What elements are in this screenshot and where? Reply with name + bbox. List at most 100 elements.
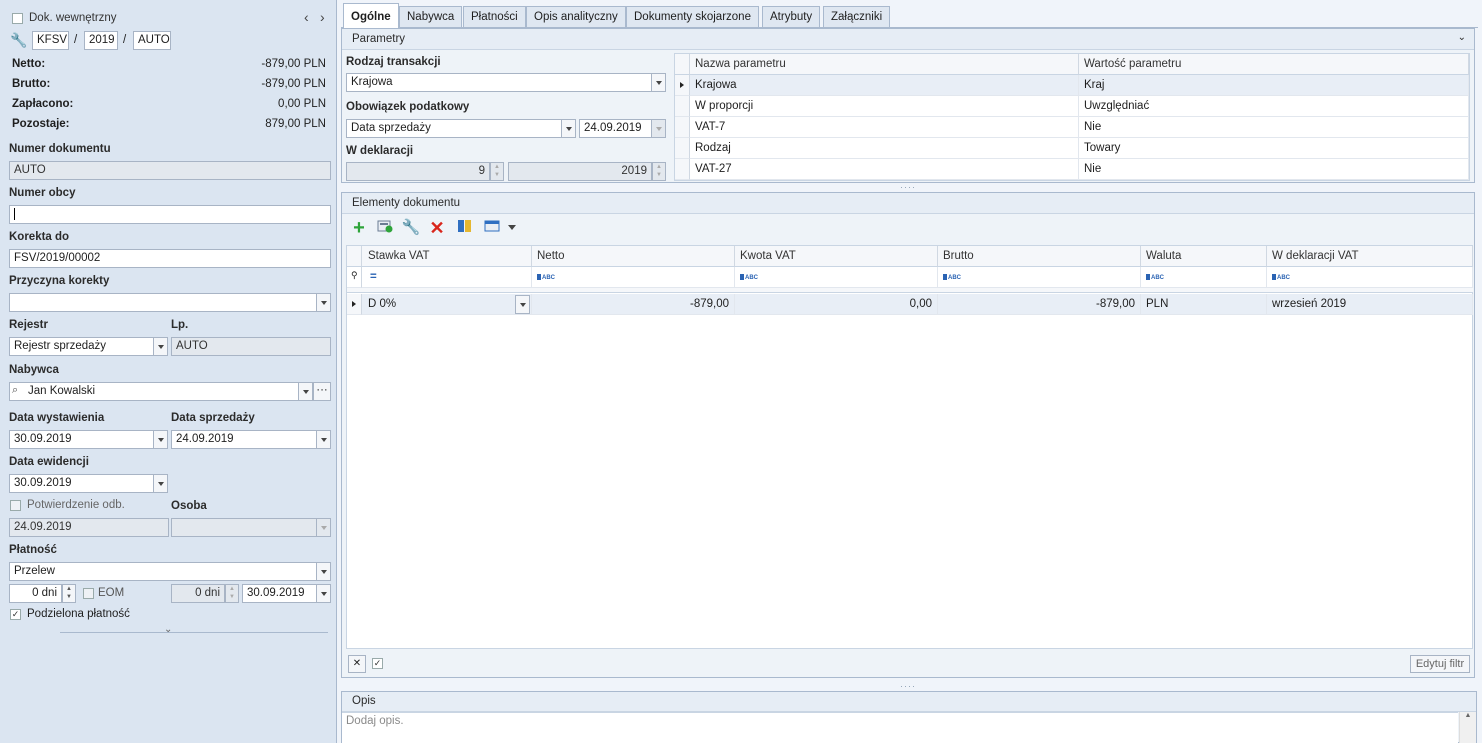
filter-stawka[interactable]: = (362, 267, 532, 288)
tab-nabywca[interactable]: Nabywca (399, 6, 463, 27)
rodzaj-transakcji-field[interactable]: Krajowa (346, 73, 652, 92)
col-w-deklaracji-vat[interactable]: W deklaracji VAT (1267, 246, 1473, 267)
tab-opis-analityczny[interactable]: Opis analityczny (526, 6, 626, 27)
data-sprzedazy-dropdown[interactable] (316, 430, 331, 449)
table-row-waluta[interactable]: PLN (1141, 294, 1267, 315)
data-wystawienia-field[interactable]: 30.09.2019 (9, 430, 154, 449)
filter-kwota-vat[interactable]: ABC (735, 267, 938, 288)
table-row[interactable]: VAT-27 (690, 159, 1079, 180)
filter-active-checkbox[interactable]: ✓ (372, 658, 383, 669)
table-row[interactable]: Uwzględniać (1079, 96, 1469, 117)
delete-icon[interactable]: ✕ (427, 219, 447, 237)
view-options-icon[interactable] (483, 219, 503, 237)
clear-filter-button[interactable]: ✕ (348, 655, 366, 673)
col-wartosc-parametru[interactable]: Wartość parametru (1079, 54, 1469, 75)
table-row-kwota-vat[interactable]: 0,00 (735, 294, 938, 315)
platnosc-label: Płatność (9, 544, 57, 556)
col-netto[interactable]: Netto (532, 246, 735, 267)
nabywca-value: Jan Kowalski (28, 385, 96, 397)
filter-waluta[interactable]: ABC (1141, 267, 1267, 288)
filter-brutto[interactable]: ABC (938, 267, 1141, 288)
edit-filter-button[interactable]: Edytuj filtr (1410, 655, 1470, 673)
rejestr-dropdown[interactable] (153, 337, 168, 356)
termin-dni-field[interactable]: 0 dni (9, 584, 62, 603)
podzielona-checkbox[interactable]: ✓ (10, 609, 21, 620)
platnosc-field[interactable]: Przelew (9, 562, 317, 581)
table-row[interactable]: Kraj (1079, 75, 1469, 96)
doc-internal-checkbox[interactable] (12, 13, 23, 24)
view-options-dropdown-icon[interactable] (508, 225, 516, 230)
data-ewidencji-field[interactable]: 30.09.2019 (9, 474, 154, 493)
rodzaj-transakcji-label: Rodzaj transakcji (346, 56, 441, 68)
col-nazwa-parametru[interactable]: Nazwa parametru (690, 54, 1079, 75)
next-arrow-icon[interactable]: › (320, 9, 325, 25)
table-row[interactable]: W proporcji (690, 96, 1079, 117)
col-brutto[interactable]: Brutto (938, 246, 1141, 267)
tab-dokumenty-skojarzone[interactable]: Dokumenty skojarzone (626, 6, 759, 27)
data-sprzedazy-label: Data sprzedaży (171, 412, 255, 424)
filter-netto[interactable]: ABC (532, 267, 735, 288)
deklaracja-year-field: 2019 (508, 162, 652, 181)
collapse-chevron-icon[interactable]: ⌄ (1458, 32, 1466, 43)
nabywca-more-button[interactable]: ··· (313, 382, 331, 401)
table-row[interactable]: Nie (1079, 117, 1469, 138)
table-row-stawka[interactable]: D 0% (362, 294, 532, 315)
przyczyna-korekty-dropdown[interactable] (316, 293, 331, 312)
stawka-dropdown[interactable] (515, 295, 530, 314)
korekta-do-field[interactable]: FSV/2019/00002 (9, 249, 331, 268)
termin-data-field[interactable]: 30.09.2019 (242, 584, 317, 603)
opis-scrollbar[interactable]: ▲ (1459, 712, 1476, 743)
numer-obcy-field[interactable] (9, 205, 331, 224)
potwierdzenie-checkbox[interactable] (10, 500, 21, 511)
filter-w-deklaracji[interactable]: ABC (1267, 267, 1473, 288)
table-row-netto[interactable]: -879,00 (532, 294, 735, 315)
nabywca-field[interactable]: Jan Kowalski (9, 382, 299, 401)
rejestr-field[interactable]: Rejestr sprzedaży (9, 337, 154, 356)
przyczyna-korekty-field[interactable] (9, 293, 317, 312)
table-row[interactable]: Krajowa (690, 75, 1079, 96)
parametry-header[interactable]: Parametry ⌄ (342, 29, 1474, 50)
platnosc-dropdown[interactable] (316, 562, 331, 581)
rodzaj-transakcji-dropdown[interactable] (651, 73, 666, 92)
add-icon[interactable]: + (349, 218, 369, 238)
eom-label: EOM (98, 587, 125, 599)
copy-icon[interactable] (455, 219, 475, 237)
tab-ogolne[interactable]: Ogólne (343, 3, 399, 28)
summary-brutto: Brutto: -879,00 PLN (12, 78, 326, 90)
parametry-title: Parametry (352, 33, 406, 45)
obowiazek-dropdown[interactable] (561, 119, 576, 138)
nabywca-dropdown[interactable] (298, 382, 313, 401)
tab-platnosci[interactable]: Płatności (463, 6, 526, 27)
data-ewidencji-dropdown[interactable] (153, 474, 168, 493)
col-kwota-vat[interactable]: Kwota VAT (735, 246, 938, 267)
col-stawka-vat[interactable]: Stawka VAT (362, 246, 532, 267)
potwierdzenie-date-field: 24.09.2019 (9, 518, 169, 537)
obowiazek-field[interactable]: Data sprzedaży (346, 119, 562, 138)
col-waluta[interactable]: Waluta (1141, 246, 1267, 267)
doc-number-field[interactable]: AUTO (133, 31, 171, 50)
prev-arrow-icon[interactable]: ‹ (304, 9, 309, 25)
table-row-brutto[interactable]: -879,00 (938, 294, 1141, 315)
doc-year-field[interactable]: 2019 (84, 31, 118, 50)
edit-wrench-icon[interactable]: 🔧 (401, 219, 421, 237)
termin-dni2-spinner: ▲ ▼ (225, 584, 239, 603)
termin-dni-spinner[interactable]: ▲ ▼ (62, 584, 76, 603)
table-row[interactable]: Towary (1079, 138, 1469, 159)
collapse-chevron-icon[interactable]: ⌄ (164, 624, 172, 635)
tab-zalaczniki[interactable]: Załączniki (823, 6, 891, 27)
table-row[interactable]: VAT-7 (690, 117, 1079, 138)
splitter-grip[interactable]: ···· (900, 681, 916, 691)
opis-textarea[interactable]: Dodaj opis. (342, 712, 1458, 743)
table-row[interactable]: Rodzaj (690, 138, 1079, 159)
table-row-deklaracja[interactable]: wrzesień 2019 (1267, 294, 1473, 315)
tab-atrybuty[interactable]: Atrybuty (762, 6, 821, 27)
add-from-list-icon[interactable] (375, 219, 395, 237)
data-sprzedazy-field[interactable]: 24.09.2019 (171, 430, 317, 449)
data-wystawienia-dropdown[interactable] (153, 430, 168, 449)
splitter-grip[interactable]: ···· (900, 182, 916, 192)
doc-series-field[interactable]: KFSV (32, 31, 69, 50)
table-row[interactable]: Nie (1079, 159, 1469, 180)
abc-filter-icon: ABC (943, 274, 961, 281)
eom-checkbox[interactable] (83, 588, 94, 599)
termin-data-dropdown[interactable] (316, 584, 331, 603)
